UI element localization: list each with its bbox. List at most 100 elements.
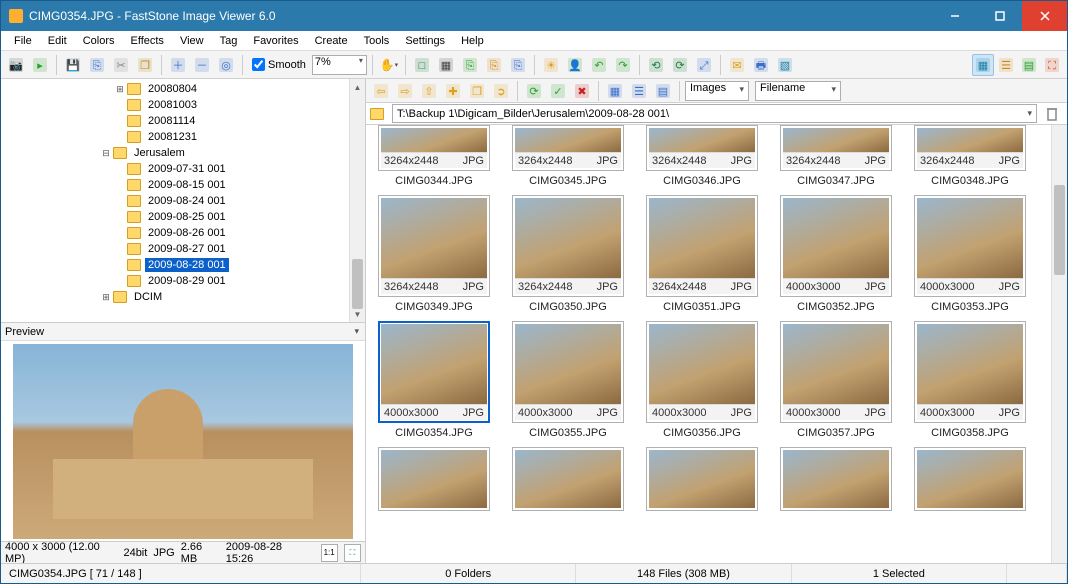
minimize-button[interactable] [932, 1, 977, 31]
thumbnail-item[interactable]: 4000x3000JPGCIMG0352.JPG [778, 195, 894, 321]
open-icon[interactable]: ▸ [29, 54, 51, 76]
rotate-right-icon[interactable]: ⟳ [669, 54, 691, 76]
tree-node[interactable]: 2009-08-28 001 [1, 257, 349, 273]
view-list-icon[interactable]: ☰ [995, 54, 1017, 76]
view-details-icon[interactable]: ▤ [1018, 54, 1040, 76]
thumbnail-item[interactable]: 4000x3000JPGCIMG0357.JPG [778, 321, 894, 447]
print-icon[interactable]: 🖶 [750, 54, 772, 76]
filter-combo[interactable]: Images [685, 81, 749, 101]
select-icon[interactable]: □ [411, 54, 433, 76]
menu-edit[interactable]: Edit [41, 33, 74, 49]
layout2-icon[interactable]: ☰ [628, 80, 650, 102]
tag-icon[interactable]: ✓ [547, 80, 569, 102]
batch-rename-icon[interactable]: ⎘ [483, 54, 505, 76]
batch-convert-icon[interactable]: ⎘ [459, 54, 481, 76]
smooth-checkbox[interactable]: Smooth [252, 58, 306, 71]
zoom-select[interactable]: 7%▾ [312, 55, 367, 75]
preview-area[interactable] [1, 341, 365, 541]
camera-icon[interactable]: 📷 [5, 54, 27, 76]
menu-colors[interactable]: Colors [76, 33, 122, 49]
wallpaper-icon[interactable]: ▧ [774, 54, 796, 76]
tree-node[interactable]: 2009-08-27 001 [1, 241, 349, 257]
menu-tools[interactable]: Tools [357, 33, 397, 49]
saveas-icon[interactable]: ⎘ [86, 54, 108, 76]
thumbnail-item[interactable] [644, 447, 760, 511]
red-eye-icon[interactable]: 👤 [564, 54, 586, 76]
tree-toggle-icon[interactable]: ⊟ [99, 149, 113, 158]
thumbnail-item[interactable]: 3264x2448JPGCIMG0348.JPG [912, 125, 1028, 195]
film-icon[interactable]: ▦ [435, 54, 457, 76]
scroll-down-icon[interactable]: ▼ [350, 306, 365, 322]
thumbnail-item[interactable]: 3264x2448JPGCIMG0351.JPG [644, 195, 760, 321]
actual-size-icon[interactable]: ◎ [215, 54, 237, 76]
new-folder-icon[interactable]: ✚ [442, 80, 464, 102]
copy-to-folder-icon[interactable]: ❐ [466, 80, 488, 102]
folder-tree[interactable]: ⊞20080804200810032008111420081231⊟Jerusa… [1, 79, 349, 322]
thumbnail-item[interactable]: 3264x2448JPGCIMG0345.JPG [510, 125, 626, 195]
thumbnail-item[interactable] [510, 447, 626, 511]
pan-hand-icon[interactable]: ✋▾ [378, 54, 400, 76]
tree-toggle-icon[interactable]: ⊞ [99, 293, 113, 302]
menu-settings[interactable]: Settings [398, 33, 452, 49]
nav-back-icon[interactable]: ⇦ [370, 80, 392, 102]
menu-favorites[interactable]: Favorites [246, 33, 305, 49]
ratio-button[interactable]: 1:1 [321, 544, 338, 562]
tree-node[interactable]: 2009-08-25 001 [1, 209, 349, 225]
tree-node[interactable]: 2009-08-26 001 [1, 225, 349, 241]
thumbs-scroll-thumb[interactable] [1054, 185, 1065, 275]
save-icon[interactable]: 💾 [62, 54, 84, 76]
view-fullscreen-icon[interactable]: ⛶ [1041, 54, 1063, 76]
tree-node[interactable]: 2009-07-31 001 [1, 161, 349, 177]
refresh-icon[interactable]: ⟳ [523, 80, 545, 102]
thumbnail-item[interactable]: 4000x3000JPGCIMG0355.JPG [510, 321, 626, 447]
view-thumbnails-icon[interactable]: ▦ [972, 54, 994, 76]
tree-node[interactable]: ⊞20080804 [1, 81, 349, 97]
adjust-light-icon[interactable]: ☀ [540, 54, 562, 76]
redo-icon[interactable]: ↷ [612, 54, 634, 76]
tree-node[interactable]: ⊞DCIM [1, 289, 349, 305]
fullscreen-corner-icon[interactable]: ⛶ [344, 544, 361, 562]
menu-create[interactable]: Create [308, 33, 355, 49]
menu-tag[interactable]: Tag [213, 33, 245, 49]
zoom-out-icon[interactable]: － [191, 54, 213, 76]
thumbnail-item[interactable]: 4000x3000JPGCIMG0356.JPG [644, 321, 760, 447]
scroll-up-icon[interactable]: ▲ [350, 79, 365, 95]
email-icon[interactable]: ✉ [726, 54, 748, 76]
rotate-left-icon[interactable]: ⟲ [645, 54, 667, 76]
compare-icon[interactable]: ⎘ [507, 54, 529, 76]
preview-collapse-icon[interactable]: ▾ [352, 324, 361, 339]
menu-effects[interactable]: Effects [124, 33, 171, 49]
delete-icon[interactable]: ✖ [571, 80, 593, 102]
tree-node[interactable]: ⊟Jerusalem [1, 145, 349, 161]
close-button[interactable] [1022, 1, 1067, 31]
move-to-folder-icon[interactable]: ➲ [490, 80, 512, 102]
copy-icon[interactable]: ❐ [134, 54, 156, 76]
zoom-in-icon[interactable]: ＋ [167, 54, 189, 76]
sort-combo[interactable]: Filename [755, 81, 841, 101]
menu-view[interactable]: View [173, 33, 211, 49]
maximize-button[interactable] [977, 1, 1022, 31]
cut-icon[interactable]: ✂ [110, 54, 132, 76]
thumbs-scrollbar[interactable] [1051, 125, 1067, 563]
thumbnail-item[interactable] [376, 447, 492, 511]
resize-icon[interactable]: ⤢ [693, 54, 715, 76]
thumbnail-item[interactable]: 3264x2448JPGCIMG0349.JPG [376, 195, 492, 321]
tree-node[interactable]: 2009-08-29 001 [1, 273, 349, 289]
menu-file[interactable]: File [7, 33, 39, 49]
thumbnail-item[interactable] [778, 447, 894, 511]
layout3-icon[interactable]: ▤ [652, 80, 674, 102]
thumbnail-item[interactable]: 3264x2448JPGCIMG0350.JPG [510, 195, 626, 321]
tree-scrollbar[interactable]: ▲ ▼ [349, 79, 365, 322]
thumbnail-item[interactable]: 3264x2448JPGCIMG0344.JPG [376, 125, 492, 195]
undo-icon[interactable]: ↶ [588, 54, 610, 76]
thumbnail-item[interactable]: 4000x3000JPGCIMG0354.JPG [376, 321, 492, 447]
recycle-bin-icon[interactable] [1041, 103, 1063, 125]
nav-up-icon[interactable]: ⇧ [418, 80, 440, 102]
thumbnail-item[interactable]: 4000x3000JPGCIMG0353.JPG [912, 195, 1028, 321]
tree-node[interactable]: 2009-08-24 001 [1, 193, 349, 209]
menu-help[interactable]: Help [454, 33, 491, 49]
tree-node[interactable]: 20081231 [1, 129, 349, 145]
tree-node[interactable]: 2009-08-15 001 [1, 177, 349, 193]
thumbnail-item[interactable]: 4000x3000JPGCIMG0358.JPG [912, 321, 1028, 447]
thumbnail-item[interactable]: 3264x2448JPGCIMG0347.JPG [778, 125, 894, 195]
